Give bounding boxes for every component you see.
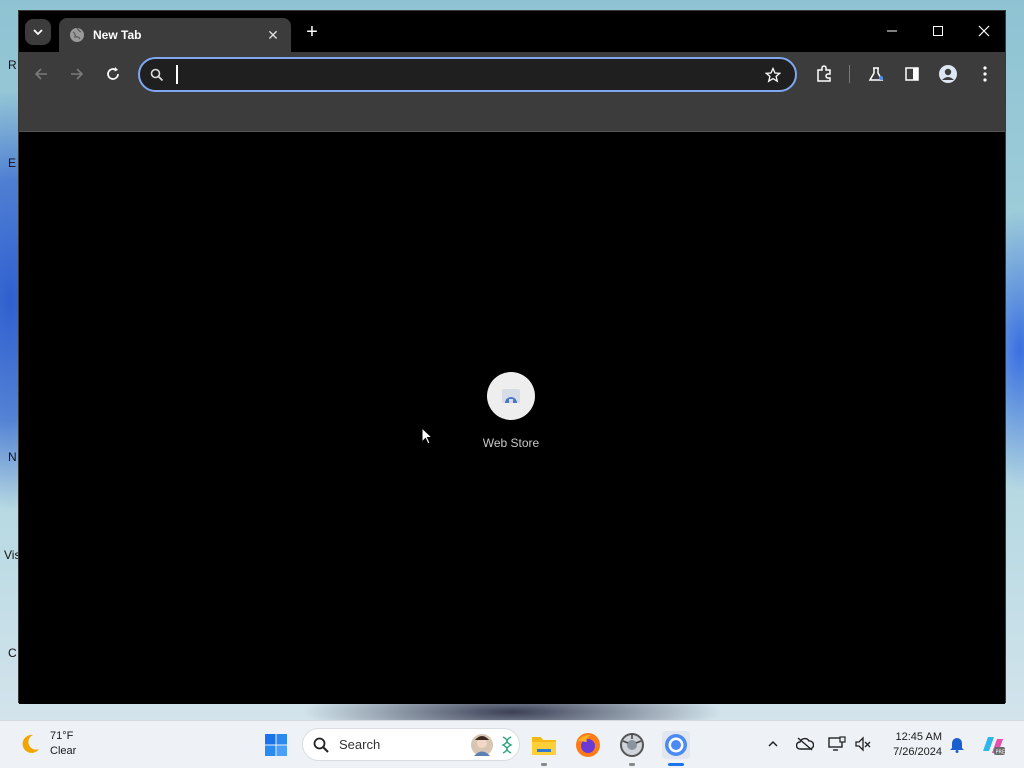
svg-text:PRE: PRE: [996, 750, 1006, 756]
copilot-icon: PRE: [983, 737, 1006, 756]
chevron-down-icon: [33, 29, 43, 36]
address-bar[interactable]: [138, 57, 797, 92]
chrome-icon: [665, 734, 687, 756]
network-status[interactable]: [828, 735, 846, 753]
show-hidden-icons-button[interactable]: [764, 735, 782, 753]
puzzle-icon: [817, 65, 831, 82]
toolbar-divider: [849, 65, 850, 83]
running-indicator: [541, 763, 547, 766]
running-indicator: [629, 763, 635, 766]
new-tab-button[interactable]: +: [301, 22, 323, 44]
notifications-button[interactable]: [948, 735, 966, 753]
globe-icon: [70, 27, 84, 42]
copilot-button[interactable]: PRE: [979, 731, 1007, 759]
cloud-off-icon: [796, 737, 814, 751]
shortcut-web-store[interactable]: Web Store: [471, 372, 551, 450]
taskbar: 71°F Clear Search 12:45 AM 7/26/2024 PRE: [0, 720, 1024, 768]
onedrive-status[interactable]: [796, 735, 814, 753]
folder-icon: [532, 737, 556, 755]
app-button[interactable]: [618, 731, 646, 759]
desktop-icon-label[interactable]: C: [8, 646, 17, 660]
dna-icon: [501, 736, 513, 754]
minimize-icon: [887, 30, 897, 32]
reload-icon: [107, 67, 119, 80]
speaker-muted-icon: [855, 736, 871, 752]
close-icon: [978, 25, 990, 37]
chevron-up-icon: [768, 740, 778, 747]
flask-icon: [868, 67, 884, 81]
system-clock[interactable]: 12:45 AM 7/26/2024: [882, 730, 942, 760]
chrome-button[interactable]: [662, 731, 690, 759]
tab-search-button[interactable]: [25, 19, 51, 45]
close-window-button[interactable]: [969, 19, 999, 43]
moon-icon: [22, 734, 39, 753]
arrow-right-icon: [71, 68, 84, 80]
browser-window: New Tab ✕ + Web Store: [18, 10, 1006, 704]
bell-icon: [950, 738, 964, 753]
search-highlight-icon: [471, 734, 493, 756]
firefox-icon: [576, 733, 600, 757]
desktop-icon-label[interactable]: N: [8, 450, 17, 464]
avatar-icon: [939, 65, 957, 83]
search-icon: [313, 737, 329, 753]
desktop-icon-label[interactable]: E: [8, 156, 16, 170]
forward-button[interactable]: [66, 63, 88, 85]
bookmark-star-icon[interactable]: [765, 67, 781, 83]
desktop-icon-label[interactable]: R: [8, 58, 17, 72]
file-explorer-button[interactable]: [530, 731, 558, 759]
bookmarks-bar: [19, 96, 1005, 132]
menu-button[interactable]: [974, 63, 996, 85]
minimize-button[interactable]: [877, 19, 907, 43]
arrow-left-icon: [34, 68, 47, 80]
weather-condition: Clear: [50, 745, 77, 757]
display-network-icon: [828, 736, 846, 751]
address-input[interactable]: [176, 64, 736, 86]
active-indicator: [668, 763, 684, 766]
more-vert-icon: [983, 66, 987, 82]
tab-title: New Tab: [93, 28, 142, 42]
side-panel-icon: [905, 67, 919, 81]
webstore-icon: [502, 389, 520, 403]
close-tab-icon[interactable]: ✕: [265, 27, 281, 44]
title-bar: New Tab ✕ +: [19, 11, 1005, 52]
shortcut-label: Web Store: [482, 436, 540, 450]
reload-button[interactable]: [102, 63, 124, 85]
side-panel-button[interactable]: [901, 63, 923, 85]
tab-new-tab[interactable]: New Tab ✕: [59, 18, 291, 52]
taskbar-search[interactable]: Search: [302, 728, 520, 761]
app-icon: [620, 733, 644, 757]
windows-start-icon[interactable]: [264, 733, 288, 757]
weather-widget[interactable]: 71°F Clear: [18, 729, 76, 759]
search-icon: [150, 68, 164, 82]
shortcut-tile: [487, 372, 535, 420]
clock-time: 12:45 AM: [895, 731, 942, 743]
new-tab-page: Web Store: [19, 132, 1005, 704]
extensions-button[interactable]: [813, 63, 835, 85]
maximize-icon: [933, 26, 943, 36]
mouse-cursor-icon: [421, 427, 433, 445]
maximize-button[interactable]: [923, 19, 953, 43]
labs-button[interactable]: [865, 63, 887, 85]
profile-button[interactable]: [937, 63, 959, 85]
text-caret: [176, 65, 178, 84]
search-label: Search: [339, 737, 381, 752]
volume-status[interactable]: [854, 735, 872, 753]
weather-temp: 71°F: [50, 730, 74, 742]
back-button[interactable]: [30, 63, 52, 85]
clock-date: 7/26/2024: [893, 746, 942, 758]
browser-toolbar: [19, 52, 1005, 96]
firefox-button[interactable]: [574, 731, 602, 759]
